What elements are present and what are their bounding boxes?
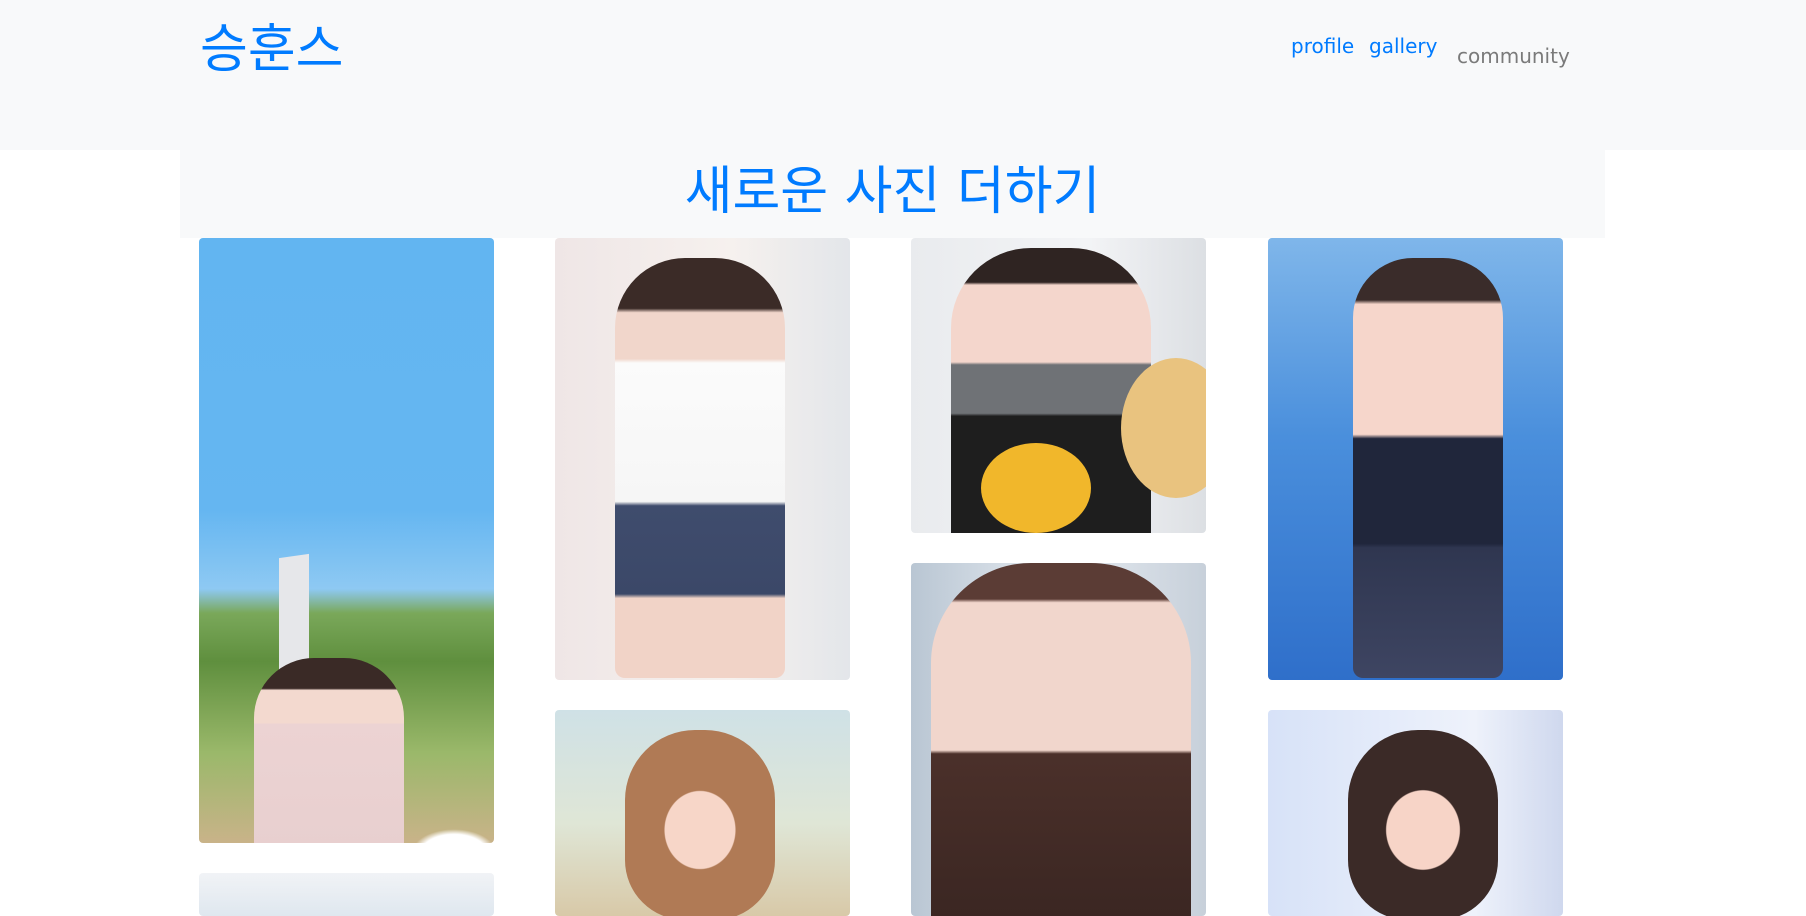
top-navbar: 승훈스 profile gallery community: [0, 0, 1806, 150]
gallery-photo[interactable]: [1268, 238, 1563, 680]
photo-detail: [981, 443, 1091, 533]
add-photo-title[interactable]: 새로운 사진 더하기: [180, 156, 1605, 228]
photo-image: [555, 238, 850, 680]
photo-image: [1268, 238, 1563, 680]
photo-image: [1268, 710, 1563, 916]
photo-image: [199, 238, 494, 843]
gallery-photo[interactable]: [199, 873, 494, 916]
hero-section: 새로운 사진 더하기: [180, 150, 1605, 238]
photo-subject: [615, 258, 785, 678]
gallery-photo[interactable]: [911, 238, 1206, 533]
photo-subject: [931, 563, 1191, 916]
photo-image: [911, 563, 1206, 916]
brand-link[interactable]: 승훈스: [200, 12, 344, 88]
gallery-photo[interactable]: [555, 710, 850, 916]
gallery-photo[interactable]: [555, 238, 850, 680]
nav-profile-link[interactable]: profile: [1291, 32, 1354, 60]
photo-image: [555, 710, 850, 916]
nav-community-link[interactable]: community: [1457, 42, 1570, 70]
gallery-photo[interactable]: [911, 563, 1206, 916]
gallery-photo[interactable]: [1268, 710, 1563, 916]
photo-image: [911, 238, 1206, 533]
nav-gallery-link[interactable]: gallery: [1369, 32, 1437, 60]
photo-subject: [1348, 730, 1498, 916]
photo-subject: [254, 658, 404, 843]
photo-subject: [625, 730, 775, 916]
gallery-photo[interactable]: [199, 238, 494, 843]
photo-subject: [1353, 258, 1503, 678]
photo-image: [199, 873, 494, 916]
